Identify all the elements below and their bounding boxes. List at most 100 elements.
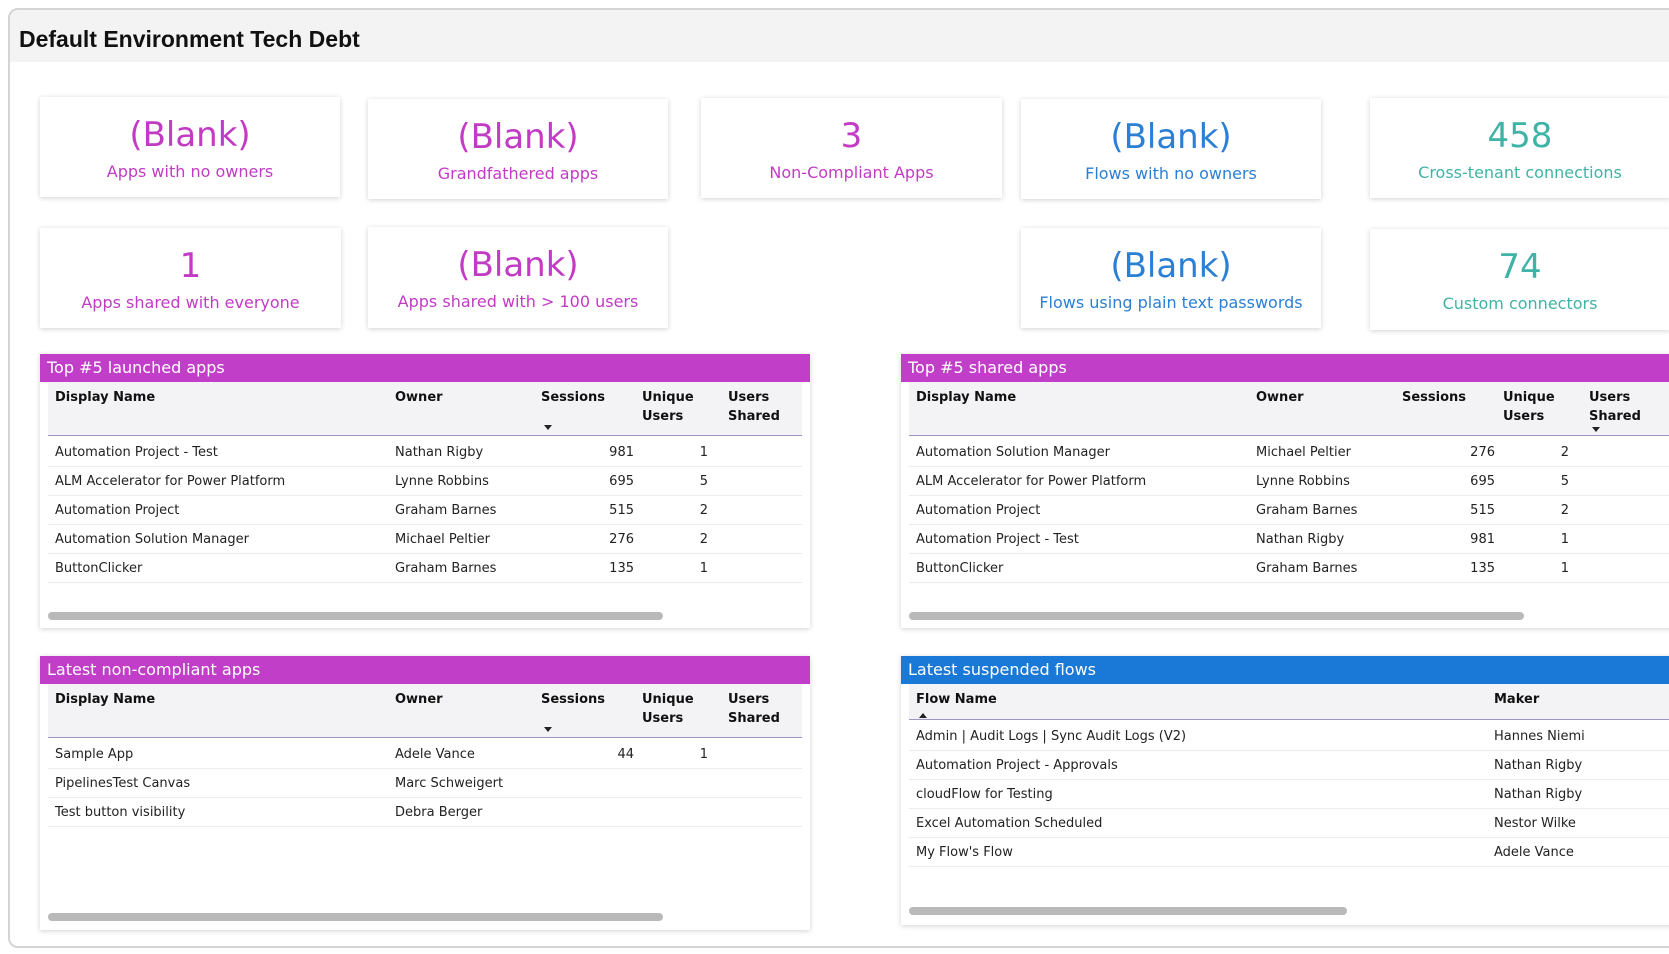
- title-bar: Default Environment Tech Debt: [10, 10, 1669, 62]
- cell-owner: Nathan Rigby: [1256, 532, 1345, 547]
- cell-maker: Hannes Niemi: [1494, 729, 1585, 744]
- column-display-name[interactable]: Display Name: [916, 388, 1016, 407]
- cell-display-name: Test button visibility: [55, 805, 186, 820]
- cell-owner: Adele Vance: [395, 747, 475, 762]
- cell-display-name: Automation Solution Manager: [55, 532, 249, 547]
- column-unique-users[interactable]: Unique Users: [642, 690, 694, 728]
- cell-sessions: 276: [1470, 445, 1495, 460]
- panel-title: Latest suspended flows: [901, 656, 1669, 684]
- sort-descending-icon[interactable]: [1592, 427, 1600, 432]
- table-row[interactable]: Automation Project - Test Nathan Rigby 9…: [909, 525, 1669, 554]
- table-row[interactable]: Admin | Audit Logs | Sync Audit Logs (V2…: [909, 722, 1669, 751]
- cell-owner: Graham Barnes: [1256, 503, 1358, 518]
- table-row[interactable]: Automation Project - Approvals Nathan Ri…: [909, 751, 1669, 780]
- card-apps-shared-everyone[interactable]: 1 Apps shared with everyone: [40, 228, 341, 328]
- sort-descending-icon[interactable]: [544, 727, 552, 732]
- horizontal-scrollbar[interactable]: [909, 612, 1524, 620]
- card-value: (Blank): [457, 245, 579, 285]
- panel-title: Top #5 shared apps: [901, 354, 1669, 382]
- column-users-shared[interactable]: Users Shared: [728, 388, 780, 426]
- card-apps-shared-100[interactable]: (Blank) Apps shared with > 100 users: [368, 227, 668, 328]
- horizontal-scrollbar[interactable]: [909, 907, 1347, 915]
- table-row[interactable]: Excel Automation Scheduled Nestor Wilke: [909, 809, 1669, 838]
- card-value: (Blank): [1110, 117, 1232, 157]
- card-apps-no-owners[interactable]: (Blank) Apps with no owners: [40, 97, 340, 197]
- column-owner[interactable]: Owner: [1256, 388, 1304, 407]
- cell-owner: Graham Barnes: [395, 561, 497, 576]
- page-title: Default Environment Tech Debt: [19, 26, 360, 52]
- column-display-name[interactable]: Display Name: [55, 388, 155, 407]
- card-label: Apps shared with everyone: [81, 293, 300, 312]
- cell-sessions: 695: [1470, 474, 1495, 489]
- column-label: Users: [642, 711, 684, 726]
- table-header: Display Name Owner Sessions Unique Users …: [909, 382, 1669, 436]
- cell-owner: Graham Barnes: [395, 503, 497, 518]
- cell-sessions: 276: [609, 532, 634, 547]
- column-sessions[interactable]: Sessions: [541, 690, 605, 709]
- table-row[interactable]: My Flow's Flow Adele Vance: [909, 838, 1669, 867]
- cell-flow-name: cloudFlow for Testing: [916, 787, 1053, 802]
- table-header: Flow Name Maker: [909, 684, 1669, 720]
- cell-maker: Adele Vance: [1494, 845, 1574, 860]
- table-row[interactable]: ButtonClicker Graham Barnes 135 1: [909, 554, 1669, 583]
- table-body: Automation Solution Manager Michael Pelt…: [909, 438, 1669, 583]
- cell-display-name: ButtonClicker: [916, 561, 1004, 576]
- table-row[interactable]: PipelinesTest Canvas Marc Schweigert: [48, 769, 802, 798]
- cell-maker: Nestor Wilke: [1494, 816, 1576, 831]
- column-sessions[interactable]: Sessions: [1402, 388, 1466, 407]
- table-row[interactable]: Automation Project Graham Barnes 515 2: [909, 496, 1669, 525]
- column-owner[interactable]: Owner: [395, 690, 443, 709]
- horizontal-scrollbar[interactable]: [48, 913, 663, 921]
- cell-owner: Lynne Robbins: [1256, 474, 1350, 489]
- table-row[interactable]: ButtonClicker Graham Barnes 135 1: [48, 554, 802, 583]
- column-maker[interactable]: Maker: [1494, 690, 1539, 709]
- card-non-compliant-apps[interactable]: 3 Non-Compliant Apps: [701, 98, 1002, 198]
- table-row[interactable]: ALM Accelerator for Power Platform Lynne…: [48, 467, 802, 496]
- column-unique-users[interactable]: Unique Users: [642, 388, 694, 426]
- card-cross-tenant-connections[interactable]: 458 Cross-tenant connections: [1370, 98, 1669, 198]
- column-label: Users: [728, 390, 770, 405]
- table-row[interactable]: Test button visibility Debra Berger: [48, 798, 802, 827]
- card-grandfathered-apps[interactable]: (Blank) Grandfathered apps: [368, 99, 668, 199]
- cell-unique-users: 1: [699, 445, 708, 460]
- cell-owner: Graham Barnes: [1256, 561, 1358, 576]
- table-row[interactable]: cloudFlow for Testing Nathan Rigby: [909, 780, 1669, 809]
- column-label: Shared: [728, 711, 780, 726]
- cell-display-name: ALM Accelerator for Power Platform: [55, 474, 286, 489]
- column-owner[interactable]: Owner: [395, 388, 443, 407]
- card-value: (Blank): [1110, 246, 1232, 286]
- table-row[interactable]: Automation Project Graham Barnes 515 2: [48, 496, 802, 525]
- table-row[interactable]: ALM Accelerator for Power Platform Lynne…: [909, 467, 1669, 496]
- table-row[interactable]: Automation Solution Manager Michael Pelt…: [909, 438, 1669, 467]
- column-sessions[interactable]: Sessions: [541, 388, 605, 407]
- cell-sessions: 515: [609, 503, 634, 518]
- card-label: Flows with no owners: [1085, 164, 1257, 183]
- column-users-shared[interactable]: Users Shared: [1589, 388, 1641, 426]
- sort-ascending-icon[interactable]: [919, 713, 927, 718]
- cell-owner: Marc Schweigert: [395, 776, 504, 791]
- card-custom-connectors[interactable]: 74 Custom connectors: [1370, 229, 1669, 330]
- column-flow-name[interactable]: Flow Name: [916, 690, 997, 709]
- table-row[interactable]: Automation Solution Manager Michael Pelt…: [48, 525, 802, 554]
- card-flows-no-owners[interactable]: (Blank) Flows with no owners: [1021, 99, 1321, 199]
- cell-owner: Debra Berger: [395, 805, 483, 820]
- column-users-shared[interactable]: Users Shared: [728, 690, 780, 728]
- table-row[interactable]: Automation Project - Test Nathan Rigby 9…: [48, 438, 802, 467]
- card-plain-text-passwords[interactable]: (Blank) Flows using plain text passwords: [1021, 228, 1321, 328]
- sort-descending-icon[interactable]: [544, 425, 552, 430]
- cell-unique-users: 2: [699, 532, 708, 547]
- column-unique-users[interactable]: Unique Users: [1503, 388, 1555, 426]
- horizontal-scrollbar[interactable]: [48, 612, 663, 620]
- cell-sessions: 981: [609, 445, 634, 460]
- table-row[interactable]: Sample App Adele Vance 44 1: [48, 740, 802, 769]
- cell-maker: Nathan Rigby: [1494, 787, 1583, 802]
- cell-sessions: 135: [1470, 561, 1495, 576]
- cell-maker: Nathan Rigby: [1494, 758, 1583, 773]
- column-display-name[interactable]: Display Name: [55, 690, 155, 709]
- card-value: 458: [1487, 116, 1553, 156]
- column-label: Unique: [642, 692, 694, 707]
- cell-sessions: 44: [617, 747, 634, 762]
- table-header: Display Name Owner Sessions Unique Users …: [48, 684, 802, 738]
- panel-title: Top #5 launched apps: [40, 354, 810, 382]
- column-label: Users: [1503, 409, 1545, 424]
